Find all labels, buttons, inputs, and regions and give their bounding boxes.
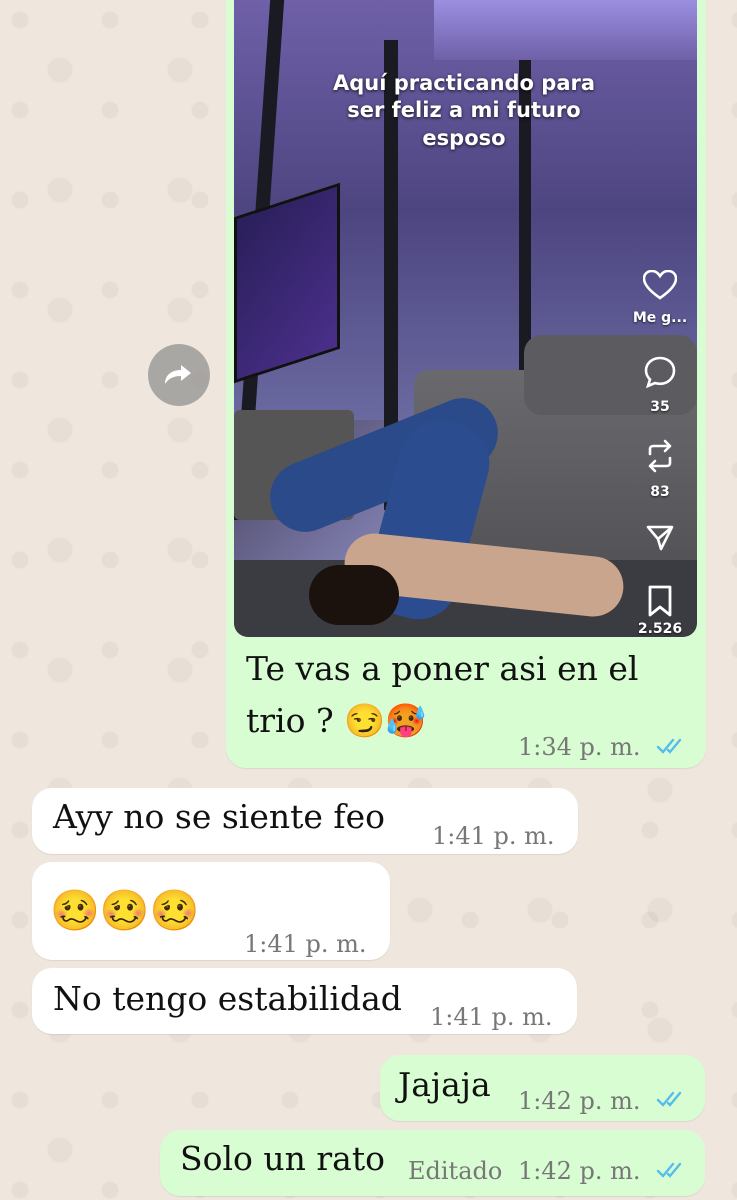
message-time: 1:41 p. m.: [432, 822, 555, 850]
double-check-icon: [656, 738, 682, 754]
tv-screen: [234, 182, 340, 384]
comments-count: 35: [650, 399, 670, 415]
video-thumbnail[interactable]: Aquí practicando para ser feliz a mi fut…: [234, 0, 697, 637]
double-check-icon: [656, 1091, 682, 1107]
message-text: Ayy no se siente feo: [53, 797, 385, 836]
saves-count: 2.526: [637, 621, 683, 637]
person-hair: [309, 565, 399, 625]
heart-icon: [642, 269, 678, 300]
message-text-line2: trio ? 😏🥵: [246, 701, 427, 740]
like-label: Me g...: [632, 310, 688, 326]
bookmark-action[interactable]: 2.526: [623, 585, 697, 637]
message-text: Jajaja: [398, 1065, 491, 1104]
repost-action[interactable]: 83: [623, 438, 697, 500]
message-emoji: 🥴🥴🥴: [50, 888, 200, 934]
message-time: 1:41 p. m.: [244, 930, 367, 958]
comment-icon: [644, 356, 676, 389]
send-icon: [646, 525, 674, 551]
like-action[interactable]: Me g...: [623, 269, 697, 326]
edited-label: Editado: [408, 1157, 503, 1185]
message-text: Solo un rato: [180, 1139, 385, 1178]
message-time: 1:41 p. m.: [430, 1003, 553, 1031]
send-action[interactable]: [623, 523, 697, 557]
message-text: No tengo estabilidad: [53, 979, 402, 1018]
bookmark-icon: [648, 585, 672, 617]
message-time: 1:42 p. m.: [518, 1087, 641, 1115]
forward-button[interactable]: [148, 344, 210, 406]
message-text: Te vas a poner asi en el: [246, 649, 639, 688]
message-time: 1:34 p. m.: [518, 733, 641, 761]
double-check-icon: [656, 1162, 682, 1178]
forward-icon: [165, 365, 191, 384]
ceiling-light: [434, 0, 697, 60]
comment-action[interactable]: 35: [623, 355, 697, 415]
repost-icon: [648, 439, 672, 473]
video-caption: Aquí practicando para ser feliz a mi fut…: [332, 71, 596, 150]
message-time: 1:42 p. m.: [518, 1157, 641, 1185]
shares-count: 83: [650, 484, 670, 500]
